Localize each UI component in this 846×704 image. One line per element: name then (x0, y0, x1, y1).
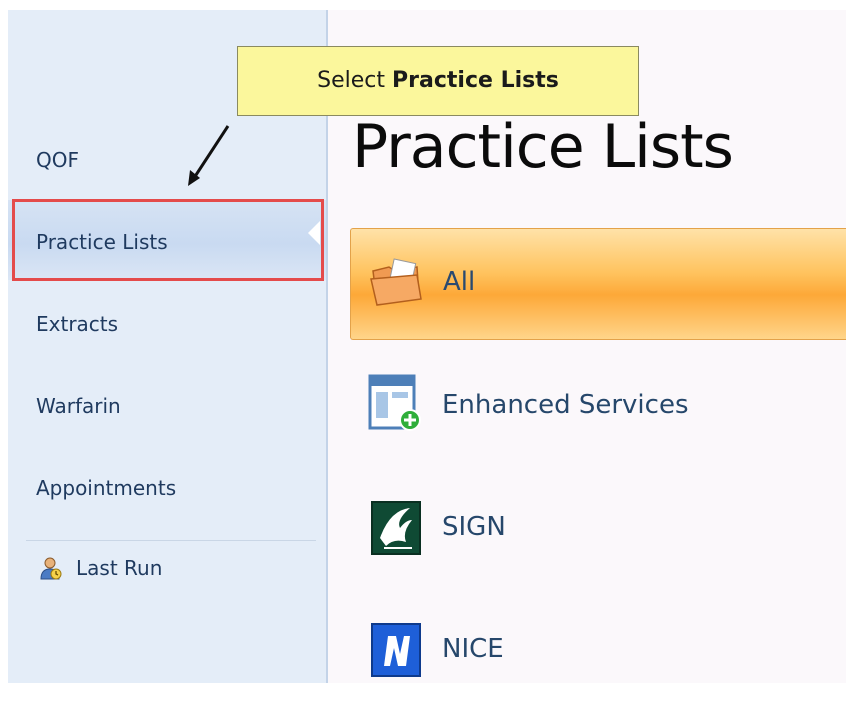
sidebar-item-warfarin[interactable]: Warfarin (8, 386, 326, 426)
sidebar-item-label: Last Run (76, 556, 163, 580)
callout-arrow-icon (188, 125, 230, 186)
list-item-label: NICE (442, 634, 504, 664)
folder-icon (370, 258, 422, 306)
instruction-callout: Select Practice Lists (237, 46, 639, 116)
list-item-all[interactable]: All (350, 228, 846, 340)
sidebar-item-appointments[interactable]: Appointments (8, 468, 326, 508)
sidebar-item-label: Appointments (36, 476, 177, 500)
nice-icon (371, 623, 421, 677)
sidebar-item-extracts[interactable]: Extracts (8, 304, 326, 344)
last-run-icon (40, 557, 62, 580)
list-item-label: Enhanced Services (442, 390, 689, 420)
sidebar-item-label: QOF (36, 148, 79, 172)
page-title: Practice Lists (352, 112, 734, 182)
enhanced-services-icon (368, 374, 421, 431)
list-item-sign[interactable]: SIGN (350, 472, 846, 582)
callout-emphasis: Practice Lists (392, 68, 559, 93)
list-item-label: All (443, 267, 476, 297)
list-item-enhanced-services[interactable]: Enhanced Services (350, 350, 846, 460)
highlight-box (12, 199, 324, 281)
sign-icon (371, 501, 421, 555)
list-item-nice[interactable]: NICE (350, 594, 846, 704)
list-item-label: SIGN (442, 512, 506, 542)
sidebar-item-qof[interactable]: QOF (8, 140, 326, 180)
sidebar-item-label: Warfarin (36, 394, 121, 418)
sidebar-item-label: Extracts (36, 312, 119, 336)
callout-prefix: Select (317, 68, 393, 93)
sidebar-divider (26, 540, 316, 541)
